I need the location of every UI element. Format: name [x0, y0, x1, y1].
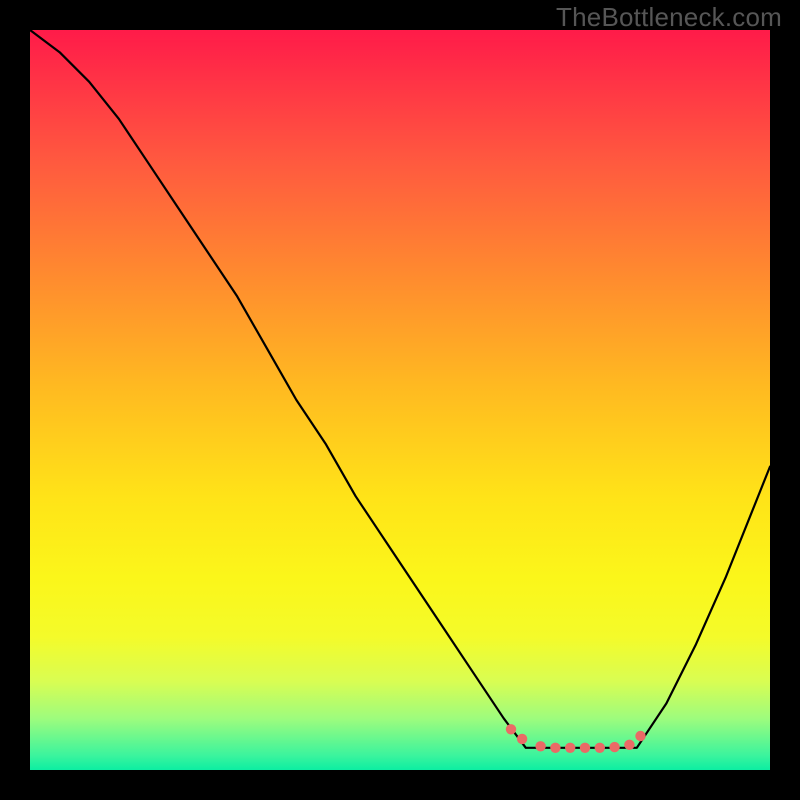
data-dot — [595, 743, 605, 753]
bottleneck-curve — [30, 30, 770, 748]
data-dot — [635, 731, 645, 741]
data-dot — [609, 742, 619, 752]
data-dot — [580, 743, 590, 753]
data-dot — [550, 743, 560, 753]
data-dot — [565, 743, 575, 753]
chart-frame: TheBottleneck.com — [0, 0, 800, 800]
plot-area — [30, 30, 770, 770]
data-dot — [517, 734, 527, 744]
data-dot — [535, 741, 545, 751]
data-dot — [624, 740, 634, 750]
curve-layer — [30, 30, 770, 770]
data-dot — [506, 724, 516, 734]
watermark-text: TheBottleneck.com — [556, 2, 782, 33]
